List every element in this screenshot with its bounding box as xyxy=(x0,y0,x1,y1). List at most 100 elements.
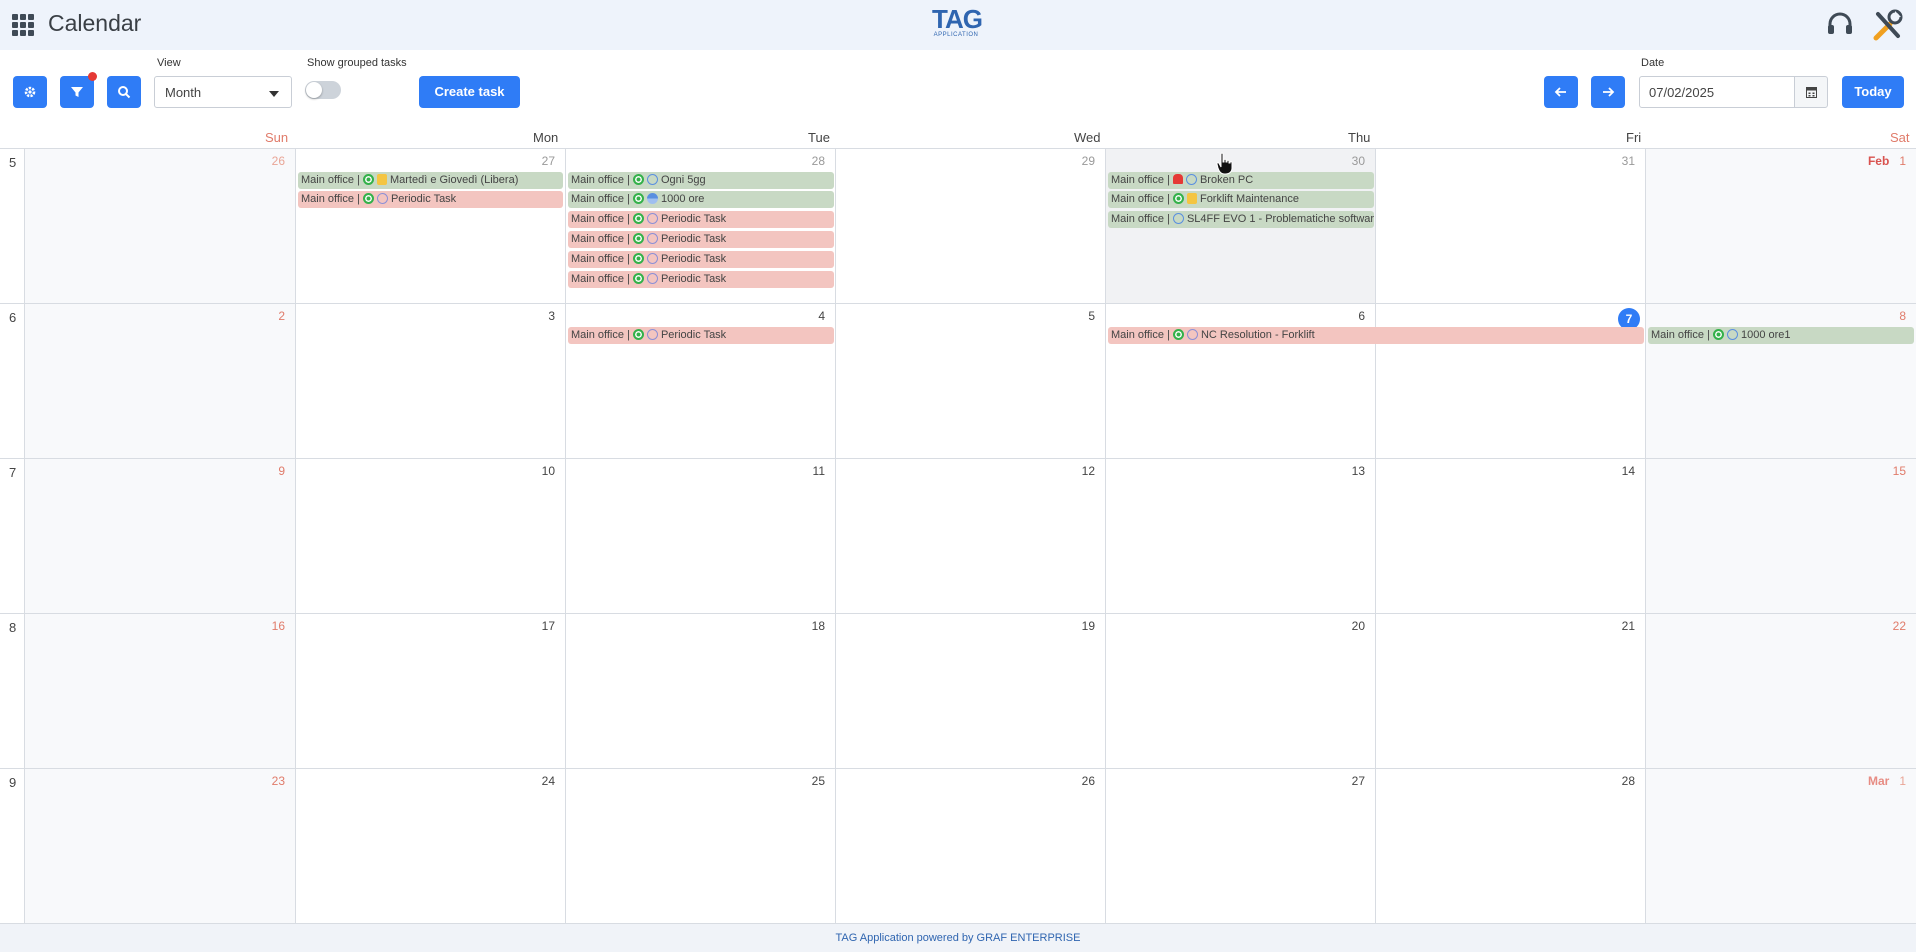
day-cell[interactable]: 24 xyxy=(296,769,566,923)
view-label: View xyxy=(157,57,181,69)
day-cell[interactable]: 22 xyxy=(1646,614,1916,768)
day-cell[interactable]: 14 xyxy=(1376,459,1646,613)
day-cell[interactable]: 19 xyxy=(836,614,1106,768)
headset-icon[interactable] xyxy=(1826,12,1854,38)
day-cell[interactable]: 2 xyxy=(25,304,296,458)
search-button[interactable] xyxy=(107,76,141,108)
settings-button[interactable] xyxy=(13,76,47,108)
tools-icon[interactable] xyxy=(1870,8,1904,42)
day-cell[interactable]: 3 xyxy=(296,304,566,458)
day-cell[interactable]: 28 xyxy=(1376,769,1646,923)
day-cell[interactable]: 10 xyxy=(296,459,566,613)
calendar-event[interactable]: Main office | Martedì e Giovedì (Libera) xyxy=(298,172,563,189)
week-number: 6 xyxy=(0,304,25,458)
calendar-event[interactable]: Main office | Periodic Task xyxy=(298,191,563,208)
calendar-event[interactable]: Main office | NC Resolution - Forklift xyxy=(1108,327,1644,344)
week-number: 7 xyxy=(0,459,25,613)
create-task-button[interactable]: Create task xyxy=(419,76,520,108)
event-title: Periodic Task xyxy=(660,233,727,245)
chevron-down-icon xyxy=(269,91,279,97)
week-row: 5 26 27 28 29 30 31 Feb 1 xyxy=(0,149,1916,304)
event-title: Periodic Task xyxy=(660,253,727,265)
day-number: 8 xyxy=(1899,309,1906,323)
day-number: 5 xyxy=(1088,309,1095,323)
calendar-event[interactable]: Main office | SL4FF EVO 1 - Problematich… xyxy=(1108,211,1374,228)
view-select[interactable]: Month xyxy=(154,76,292,108)
day-cell[interactable]: 23 xyxy=(25,769,296,923)
status-icon xyxy=(1172,328,1184,340)
event-title: 1000 ore xyxy=(660,193,705,205)
day-cell[interactable]: Mar 1 xyxy=(1646,769,1916,923)
calendar-event[interactable]: Main office | Broken PC xyxy=(1108,172,1374,189)
weekday-fri: Fri xyxy=(1626,130,1642,145)
status-icon xyxy=(632,328,644,340)
gear-icon xyxy=(24,86,36,98)
state-icon xyxy=(646,272,658,284)
week-number: 8 xyxy=(0,614,25,768)
day-number: 10 xyxy=(541,464,555,478)
day-cell[interactable]: 15 xyxy=(1646,459,1916,613)
week-row: 8 16 17 18 19 20 21 22 xyxy=(0,614,1916,769)
weekday-sun: Sun xyxy=(265,130,289,145)
day-cell[interactable]: 18 xyxy=(566,614,836,768)
event-location: Main office | xyxy=(1651,329,1713,341)
day-cell[interactable]: Feb 1 xyxy=(1646,149,1916,303)
event-location: Main office | xyxy=(571,233,633,245)
event-location: Main office | xyxy=(571,213,633,225)
bell-icon xyxy=(1172,174,1183,185)
weekday-header: Sun Mon Tue Wed Thu Fri Sat xyxy=(0,128,1916,148)
day-cell[interactable]: 5 xyxy=(836,304,1106,458)
calendar-event[interactable]: Main office | 1000 ore1 xyxy=(1648,327,1914,344)
event-title: Periodic Task xyxy=(390,193,457,205)
day-cell[interactable]: 9 xyxy=(25,459,296,613)
calendar-event[interactable]: Main office | Periodic Task xyxy=(568,251,834,268)
apps-grid-icon[interactable] xyxy=(12,14,34,36)
calendar-event[interactable]: Main office | Periodic Task xyxy=(568,271,834,288)
day-cell[interactable]: 21 xyxy=(1376,614,1646,768)
day-number: 31 xyxy=(1621,154,1635,168)
day-cell[interactable]: 31 xyxy=(1376,149,1646,303)
priority-icon xyxy=(376,173,387,185)
top-bar: Calendar TAG APPLICATION xyxy=(0,0,1916,50)
footer: TAG Application powered by GRAF ENTERPRI… xyxy=(0,923,1916,952)
calendar-event[interactable]: Main office | Periodic Task xyxy=(568,231,834,248)
grouped-tasks-toggle[interactable] xyxy=(305,81,341,99)
day-cell[interactable]: 26 xyxy=(25,149,296,303)
week-row: 9 23 24 25 26 27 28 Mar 1 xyxy=(0,769,1916,924)
day-cell[interactable]: 16 xyxy=(25,614,296,768)
next-button[interactable] xyxy=(1591,76,1625,108)
date-input[interactable]: 07/02/2025 xyxy=(1639,76,1795,108)
arrow-left-icon xyxy=(1554,87,1566,97)
status-icon xyxy=(362,173,374,185)
event-location: Main office | xyxy=(571,273,633,285)
month-label: Feb xyxy=(1867,154,1890,168)
day-cell[interactable]: 11 xyxy=(566,459,836,613)
day-cell[interactable]: 20 xyxy=(1106,614,1376,768)
logo-main-text: TAG xyxy=(932,4,983,34)
calendar-event[interactable]: Main office | Forklift Maintenance xyxy=(1108,191,1374,208)
previous-button[interactable] xyxy=(1544,76,1578,108)
filter-active-dot xyxy=(88,72,97,81)
day-cell[interactable]: 27 xyxy=(1106,769,1376,923)
event-location: Main office | xyxy=(1111,193,1173,205)
day-cell[interactable]: 12 xyxy=(836,459,1106,613)
weekday-tue: Tue xyxy=(808,130,830,145)
day-cell[interactable]: 17 xyxy=(296,614,566,768)
today-button[interactable]: Today xyxy=(1842,76,1904,108)
calendar-event[interactable]: Main office | Ogni 5gg xyxy=(568,172,834,189)
calendar-event[interactable]: Main office | Periodic Task xyxy=(568,327,834,344)
filter-button[interactable] xyxy=(60,72,97,108)
day-number: 15 xyxy=(1892,464,1906,478)
day-cell[interactable]: 26 xyxy=(836,769,1106,923)
event-title: NC Resolution - Forklift xyxy=(1200,329,1315,341)
day-cell[interactable]: 25 xyxy=(566,769,836,923)
calendar-event[interactable]: Main office | 1000 ore xyxy=(568,191,834,208)
state-icon xyxy=(646,252,658,264)
day-cell[interactable]: 29 xyxy=(836,149,1106,303)
event-title: Periodic Task xyxy=(660,213,727,225)
day-number: 25 xyxy=(811,774,825,788)
calendar-event[interactable]: Main office | Periodic Task xyxy=(568,211,834,228)
day-cell[interactable]: 13 xyxy=(1106,459,1376,613)
status-icon xyxy=(632,232,644,244)
date-picker-button[interactable] xyxy=(1794,76,1828,108)
